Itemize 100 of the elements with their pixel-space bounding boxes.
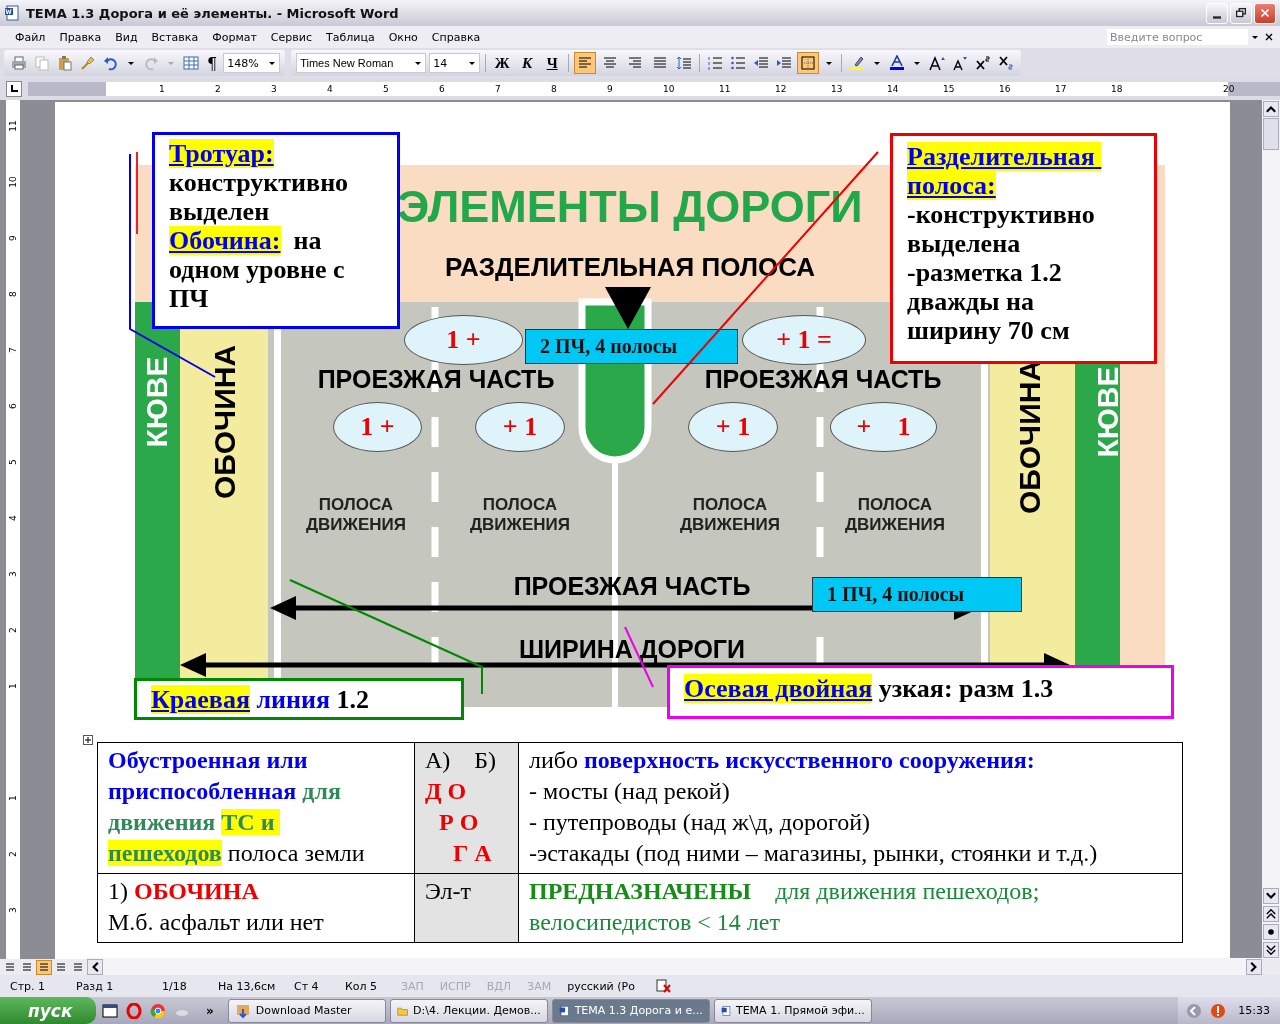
- ruler-number: 2: [215, 83, 221, 96]
- ruler-number: 6: [439, 83, 445, 96]
- align-icon: [602, 55, 619, 71]
- ruler-number: 1: [159, 83, 165, 96]
- table-icon[interactable]: [181, 53, 201, 73]
- ruler-number: 4: [327, 83, 333, 96]
- borders-icon: [800, 55, 817, 71]
- lane-label: ПОЛОСА ДВИЖЕНИЯ: [469, 495, 571, 535]
- browse-object-icon[interactable]: [1263, 924, 1279, 940]
- menu-item[interactable]: Таблица: [318, 28, 382, 46]
- table-move-handle-icon[interactable]: [83, 735, 93, 745]
- previous-page-icon[interactable]: [1263, 906, 1279, 922]
- table-cell: Обустроенная или приспособленная для движения ТС и пешеходов полоса земли: [98, 743, 415, 874]
- format-button[interactable]: Ж: [491, 52, 514, 74]
- ruler-number: 8: [551, 83, 557, 96]
- table-cell: ПРЕДНАЗНАЧЕНЫ для движения пешеходов; велосипедистов < 14 лет: [519, 874, 1183, 943]
- align-icon: [652, 55, 669, 71]
- ruler-number: 15: [943, 83, 955, 96]
- roadway-label: ПРОЕЗЖАЯ ЧАСТЬ: [703, 364, 943, 394]
- ruler-number: 1: [8, 682, 18, 691]
- window-icon[interactable]: [102, 1002, 118, 1019]
- more-button[interactable]: »: [206, 1003, 214, 1018]
- align-icon: [627, 55, 644, 71]
- callout-text: Тротуар:: [169, 139, 275, 168]
- dropdown-caret-icon[interactable]: [127, 59, 135, 67]
- print-icon[interactable]: [9, 53, 29, 73]
- ruler-number: 3: [8, 570, 18, 579]
- dropdown-caret-icon[interactable]: [1251, 33, 1259, 41]
- taskbar-button[interactable]: D:\4. Лекции. Демов...: [389, 998, 548, 1023]
- format-button[interactable]: Ч: [541, 52, 564, 74]
- taskbar-button[interactable]: ТЕМА 1.3 Дорога и е...: [551, 998, 710, 1023]
- vertical-scrollbar[interactable]: [1262, 100, 1280, 959]
- lane-label: ПОЛОСА ДВИЖЕНИЯ: [844, 495, 946, 535]
- scrollbar-thumb[interactable]: [1263, 118, 1279, 150]
- menu-item[interactable]: Вставка: [144, 28, 206, 46]
- menu-item[interactable]: Справка: [424, 28, 488, 46]
- status-item: 1/18: [161, 979, 188, 993]
- view-icon: [56, 962, 66, 972]
- clock: 15:33: [1238, 1004, 1270, 1017]
- menu-item[interactable]: Файл: [8, 28, 53, 46]
- ruler-number: 12: [775, 83, 787, 96]
- align-button[interactable]: [574, 52, 597, 74]
- ruler-number: 5: [383, 83, 389, 96]
- view-icon: [39, 962, 49, 972]
- view-icon: [22, 962, 32, 972]
- font-dropdown[interactable]: Times New Roman: [296, 53, 427, 73]
- zoom-dropdown[interactable]: 148%: [223, 53, 281, 73]
- dropdown-caret-icon[interactable]: [873, 59, 882, 67]
- callout-text: -конструктивно выделена: [907, 200, 1096, 258]
- borders-button[interactable]: [797, 52, 820, 74]
- status-item: На 13,6см: [217, 979, 277, 993]
- side-label: ОБОЧИНА: [207, 343, 242, 502]
- dropdown-caret-icon[interactable]: [913, 59, 922, 67]
- menu-item[interactable]: Правка: [52, 28, 109, 46]
- side-label: ОБОЧИНА: [1012, 358, 1047, 517]
- restore-button[interactable]: [1230, 2, 1252, 24]
- ruler-number: 18: [1111, 83, 1123, 96]
- next-page-icon[interactable]: [1263, 942, 1279, 958]
- dropdown-caret-icon[interactable]: [825, 59, 834, 67]
- show-formatting-button[interactable]: ¶: [204, 53, 221, 73]
- font-size-dropdown[interactable]: 14: [429, 53, 481, 73]
- caret-icon: [468, 59, 477, 67]
- ruler-number: 17: [1055, 83, 1067, 96]
- ruler-number: 16: [999, 83, 1011, 96]
- lane-label: ПОЛОСА ДВИЖЕНИЯ: [679, 495, 781, 535]
- ring-icon[interactable]: [126, 1002, 142, 1019]
- help-search-field[interactable]: Введите вопрос: [1107, 29, 1248, 45]
- pointer-triangle-icon: [605, 287, 651, 329]
- info-tag: 1 ПЧ, 4 полосы: [812, 577, 1022, 612]
- horizontal-scrollbar[interactable]: [87, 958, 1262, 976]
- tab-stop-icon: [9, 84, 19, 94]
- menu-item[interactable]: Окно: [381, 28, 425, 46]
- minimize-button[interactable]: [1206, 2, 1228, 24]
- tab-selector-button[interactable]: [6, 81, 22, 97]
- browser-icon[interactable]: [150, 1002, 166, 1019]
- info-tag: 2 ПЧ, 4 полосы: [525, 329, 738, 364]
- status-item: ВДЛ: [485, 979, 513, 993]
- menu-item[interactable]: Сервис: [263, 28, 319, 46]
- close-icon: [1258, 6, 1272, 20]
- close-icon[interactable]: [1265, 33, 1273, 41]
- side-label: КЮВЕ: [1090, 365, 1125, 460]
- taskbar-button[interactable]: ТЕМА 1. Прямой эфи...: [713, 998, 872, 1023]
- warning-icon[interactable]: [1210, 1002, 1227, 1019]
- ruler-number: 11: [719, 83, 731, 96]
- menu-item[interactable]: Формат: [205, 28, 264, 46]
- caret-icon: [268, 59, 277, 67]
- ruler-number: 2: [8, 626, 18, 635]
- ruler-number: 10: [8, 175, 18, 189]
- word-document-icon: [4, 5, 20, 21]
- taskbar-button[interactable]: Download Master: [227, 998, 386, 1023]
- status-item: Разд 1: [75, 979, 115, 993]
- menu-item[interactable]: Вид: [108, 28, 145, 46]
- table-cell: Эл-т: [415, 874, 519, 943]
- view-mode-button[interactable]: [36, 959, 52, 975]
- restore-icon: [1234, 6, 1248, 20]
- ruler-number: 11: [8, 119, 18, 133]
- ruler-number: 7: [495, 83, 501, 96]
- close-button[interactable]: [1254, 2, 1276, 24]
- chevron-left-icon[interactable]: [1186, 1002, 1203, 1019]
- format-button[interactable]: К: [516, 52, 539, 74]
